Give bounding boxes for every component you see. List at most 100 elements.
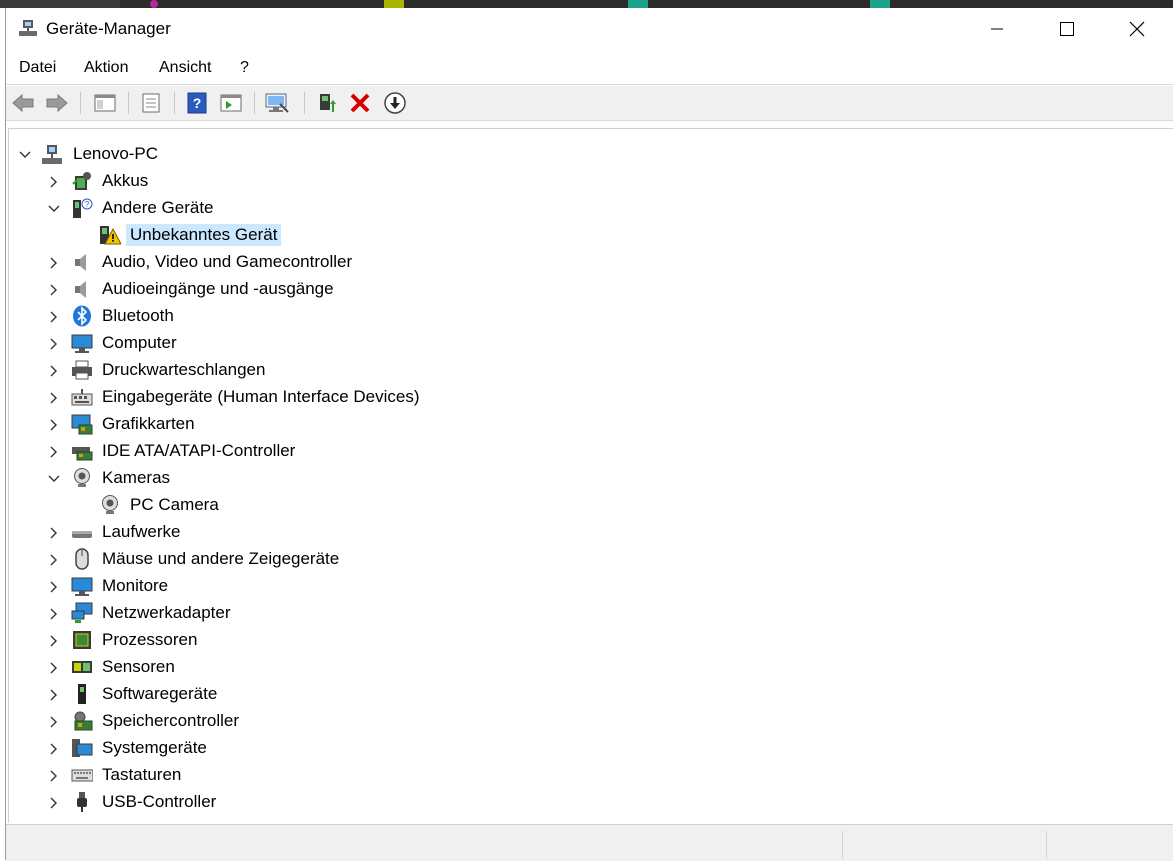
tree-item-label[interactable]: USB-Controller <box>102 791 216 813</box>
expand-toggle-root[interactable] <box>18 148 32 162</box>
expand-toggle-bluetooth[interactable] <box>47 310 61 324</box>
status-bar <box>6 824 1173 861</box>
computer-icon <box>71 334 93 353</box>
menu-bar: Datei Aktion Ansicht ? <box>6 56 1173 82</box>
tree-item-label[interactable]: Bluetooth <box>102 305 174 327</box>
expand-toggle-storage-controllers[interactable] <box>47 715 61 729</box>
expand-toggle-usb[interactable] <box>47 796 61 810</box>
expand-toggle-printers[interactable] <box>47 364 61 378</box>
menu-aktion[interactable]: Aktion <box>84 59 128 77</box>
close-button[interactable] <box>1102 8 1172 50</box>
tree-item-label[interactable]: Druckwarteschlangen <box>102 359 265 381</box>
tree-item-label[interactable]: Audioeingänge und -ausgänge <box>102 278 334 300</box>
sensor-icon <box>72 661 92 673</box>
expand-toggle-monitors[interactable] <box>47 580 61 594</box>
uninstall-device-button[interactable] <box>347 91 373 115</box>
help-icon: ? <box>187 92 207 114</box>
tree-item-label[interactable]: Prozessoren <box>102 629 197 651</box>
monitor-icon <box>71 577 93 596</box>
chevron-right-icon <box>50 689 57 701</box>
minimize-button[interactable] <box>962 8 1032 50</box>
properties-button[interactable] <box>138 91 164 115</box>
expand-toggle-keyboards[interactable] <box>47 769 61 783</box>
scan-hardware-icon <box>265 93 289 113</box>
expand-toggle-drives[interactable] <box>47 526 61 540</box>
tree-child-label-selected[interactable]: Unbekanntes Gerät <box>126 224 282 246</box>
tree-item-label[interactable]: Mäuse und andere Zeigegeräte <box>102 548 339 570</box>
title-bar: Geräte-Manager <box>6 8 1173 50</box>
chevron-right-icon <box>50 554 57 566</box>
tree-item-label[interactable]: Andere Geräte <box>102 197 214 219</box>
expand-toggle-network[interactable] <box>47 607 61 621</box>
tree-item-label[interactable]: Kameras <box>102 467 170 489</box>
expand-toggle-cameras[interactable] <box>47 472 61 486</box>
network-adapter-icon <box>71 602 93 623</box>
tree-child-label[interactable]: PC Camera <box>130 494 219 516</box>
toolbar-separator <box>6 120 1173 121</box>
expand-toggle-hid[interactable] <box>47 391 61 405</box>
expand-toggle-audio-io[interactable] <box>47 283 61 297</box>
camera-icon <box>102 495 118 514</box>
svg-text:?: ? <box>193 95 202 111</box>
scan-hardware-button[interactable] <box>264 91 290 115</box>
console-tree-button[interactable] <box>92 91 118 115</box>
expand-toggle-ide[interactable] <box>47 445 61 459</box>
display-adapter-icon <box>71 414 93 435</box>
tree-item-label[interactable]: Laufwerke <box>102 521 180 543</box>
device-manager-app-icon <box>19 20 37 36</box>
update-driver-button[interactable] <box>314 91 340 115</box>
expand-toggle-sensors[interactable] <box>47 661 61 675</box>
back-button[interactable] <box>10 91 36 115</box>
expand-toggle-computer[interactable] <box>47 337 61 351</box>
chevron-down-icon <box>48 205 60 212</box>
chevron-right-icon <box>50 608 57 620</box>
chevron-right-icon <box>50 446 57 458</box>
expand-toggle-graphics[interactable] <box>47 418 61 432</box>
printer-icon <box>72 360 92 380</box>
expand-toggle-software-devices[interactable] <box>47 688 61 702</box>
expand-toggle-audio-video[interactable] <box>47 256 61 270</box>
chevron-right-icon <box>50 527 57 539</box>
help-button[interactable]: ? <box>184 91 210 115</box>
tree-item-label[interactable]: IDE ATA/ATAPI-Controller <box>102 440 295 462</box>
expand-toggle-andere-geraete[interactable] <box>47 202 61 216</box>
tree-item-label[interactable]: Grafikkarten <box>102 413 195 435</box>
software-device-icon <box>78 684 86 704</box>
speaker-icon <box>75 254 86 271</box>
forward-button[interactable] <box>44 91 70 115</box>
expand-toggle-mice[interactable] <box>47 553 61 567</box>
menu-ansicht[interactable]: Ansicht <box>159 59 211 77</box>
menu-help[interactable]: ? <box>240 59 249 77</box>
tree-item-label[interactable]: Sensoren <box>102 656 175 678</box>
tree-item-label[interactable]: Audio, Video und Gamecontroller <box>102 251 352 273</box>
forward-arrow-icon <box>46 93 68 113</box>
expand-toggle-system-devices[interactable] <box>47 742 61 756</box>
tree-item-label[interactable]: Speichercontroller <box>102 710 239 732</box>
battery-icon <box>72 172 91 190</box>
background-tab-strip <box>0 0 1173 8</box>
disable-device-button[interactable] <box>382 91 408 115</box>
tree-root-label[interactable]: Lenovo-PC <box>73 143 158 165</box>
tree-item-label[interactable]: Akkus <box>102 170 148 192</box>
tree-item-label[interactable]: Systemgeräte <box>102 737 207 759</box>
update-driver-icon <box>320 94 336 112</box>
tree-item-label[interactable]: Tastaturen <box>102 764 181 786</box>
maximize-button[interactable] <box>1032 8 1102 50</box>
back-arrow-icon <box>12 93 34 113</box>
chevron-down-icon <box>19 151 31 158</box>
expand-toggle-processors[interactable] <box>47 634 61 648</box>
chevron-right-icon <box>50 662 57 674</box>
chevron-right-icon <box>50 311 57 323</box>
device-tree: Lenovo-PC Akkus ? Andere Geräte Unbekann… <box>8 128 1173 823</box>
tree-item-label[interactable]: Monitore <box>102 575 168 597</box>
action-pane-button[interactable] <box>218 91 244 115</box>
tree-item-label[interactable]: Netzwerkadapter <box>102 602 231 624</box>
chevron-right-icon <box>50 338 57 350</box>
expand-toggle-akkus[interactable] <box>47 175 61 189</box>
tree-item-label[interactable]: Softwaregeräte <box>102 683 217 705</box>
unknown-device-warning-icon <box>100 226 121 245</box>
menu-datei[interactable]: Datei <box>19 59 56 77</box>
tree-item-label[interactable]: Eingabegeräte (Human Interface Devices) <box>102 386 420 408</box>
speaker-icon <box>75 281 86 298</box>
tree-item-label[interactable]: Computer <box>102 332 177 354</box>
